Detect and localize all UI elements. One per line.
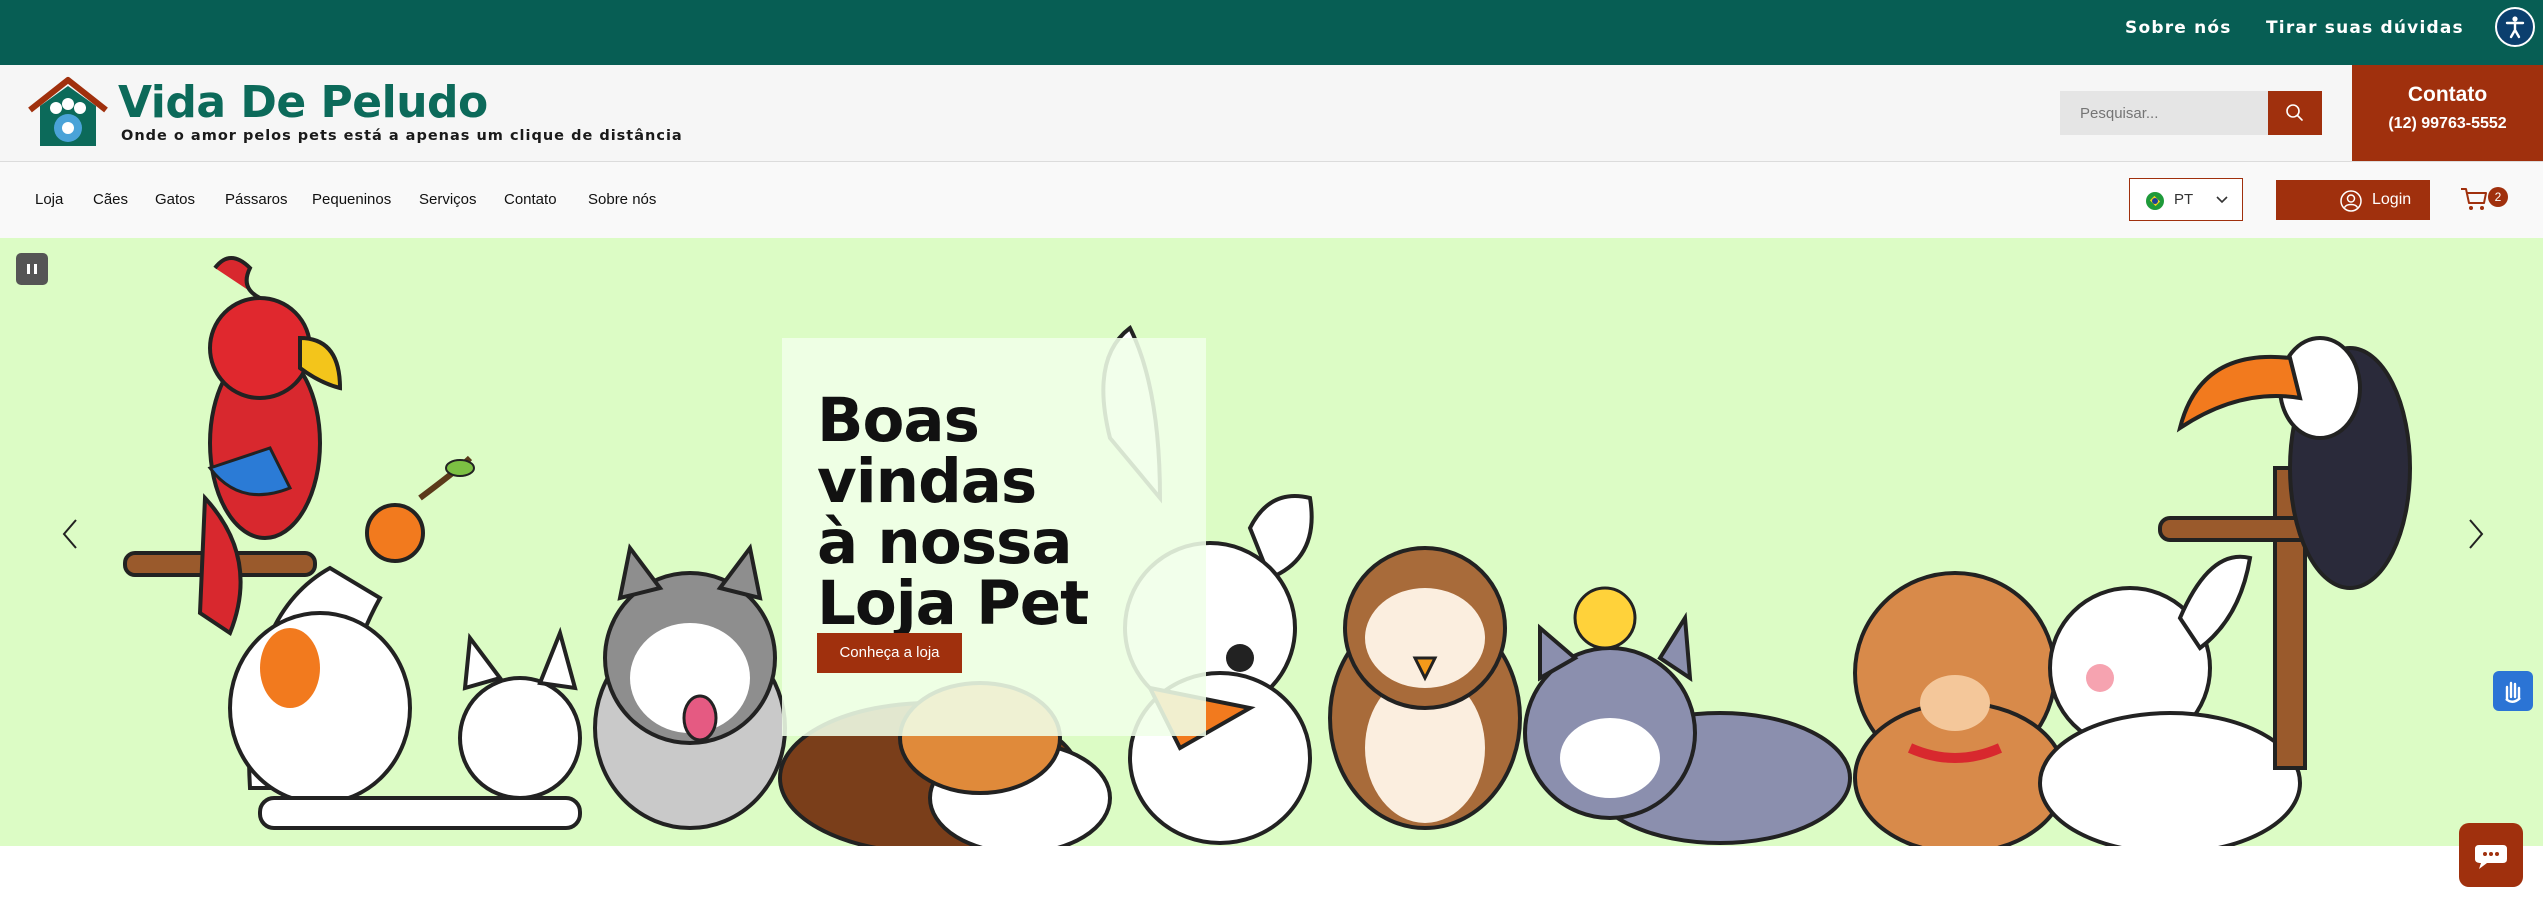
top-link-sobre-nos[interactable]: Sobre nós <box>2125 18 2232 38</box>
search-icon <box>2286 104 2303 121</box>
pets-illustration <box>123 256 2412 846</box>
pause-icon <box>27 264 37 274</box>
logo-house-icon[interactable] <box>26 76 110 150</box>
top-bar: Sobre nós Tirar suas dúvidas <box>0 0 2543 65</box>
contact-phone: (12) 99763-5552 <box>2388 115 2507 132</box>
shop-cta-button[interactable]: Conheça a loja <box>817 633 962 673</box>
grey-cat-illustration <box>1523 586 1852 845</box>
language-selector[interactable]: PT <box>2129 178 2243 221</box>
login-label: Login <box>2372 191 2412 208</box>
brand-name[interactable]: Vida De Peludo <box>118 77 488 128</box>
cart-icon[interactable] <box>2460 186 2488 212</box>
hero-card: Boas vindas à nossa Loja Pet Conheça a l… <box>782 338 1206 736</box>
brazil-flag-icon <box>2146 192 2164 210</box>
parrot-illustration <box>123 256 343 637</box>
nav-item-gatos[interactable]: Gatos <box>155 191 195 208</box>
puppy-illustration <box>1853 571 2067 846</box>
nav-item-servicos[interactable]: Serviços <box>419 191 477 208</box>
cart-count-badge: 2 <box>2488 187 2508 207</box>
cat-illustration <box>228 565 582 830</box>
nav-item-contato[interactable]: Contato <box>504 191 557 208</box>
accessibility-button[interactable] <box>2495 7 2535 47</box>
login-button[interactable]: Login <box>2276 180 2430 220</box>
chevron-right-icon[interactable] <box>2462 514 2490 554</box>
hero-banner: Boas vindas à nossa Loja Pet Conheça a l… <box>0 238 2543 846</box>
language-code: PT <box>2174 191 2194 208</box>
pause-button[interactable] <box>16 253 48 285</box>
accessibility-icon <box>2505 16 2525 39</box>
chevron-down-icon <box>2216 196 2228 204</box>
chat-button[interactable] <box>2459 823 2523 887</box>
chevron-left-icon[interactable] <box>56 514 84 554</box>
search-input[interactable] <box>2060 91 2268 135</box>
search-button[interactable] <box>2268 91 2322 135</box>
contact-button[interactable]: Contato (12) 99763-5552 <box>2352 65 2543 161</box>
main-nav: Loja Cães Gatos Pássaros Pequeninos Serv… <box>0 162 2543 238</box>
contact-title: Contato <box>2407 83 2488 106</box>
nav-item-loja[interactable]: Loja <box>35 191 63 208</box>
husky-illustration <box>593 543 787 830</box>
hero-headline: Boas vindas à nossa Loja Pet <box>817 390 1206 634</box>
owl-illustration <box>1328 546 1522 830</box>
hand-icon <box>2505 681 2521 703</box>
white-bunny-illustration <box>2038 554 2302 846</box>
headline-line-1: Boas vindas <box>817 385 1037 517</box>
tagline: Onde o amor pelos pets está a apenas um … <box>121 128 683 144</box>
sign-language-button[interactable] <box>2493 671 2533 711</box>
site-header: Vida De Peludo Onde o amor pelos pets es… <box>0 65 2543 162</box>
nav-item-pequeninos[interactable]: Pequeninos <box>312 191 391 208</box>
nav-item-caes[interactable]: Cães <box>93 191 128 208</box>
chat-icon <box>2475 845 2507 869</box>
top-link-tirar-duvidas[interactable]: Tirar suas dúvidas <box>2266 18 2464 38</box>
headline-line-3: Loja Pet <box>817 568 1089 639</box>
nav-item-sobre-nos[interactable]: Sobre nós <box>588 191 656 208</box>
user-icon <box>2340 190 2362 212</box>
nav-item-passaros[interactable]: Pássaros <box>225 191 288 208</box>
